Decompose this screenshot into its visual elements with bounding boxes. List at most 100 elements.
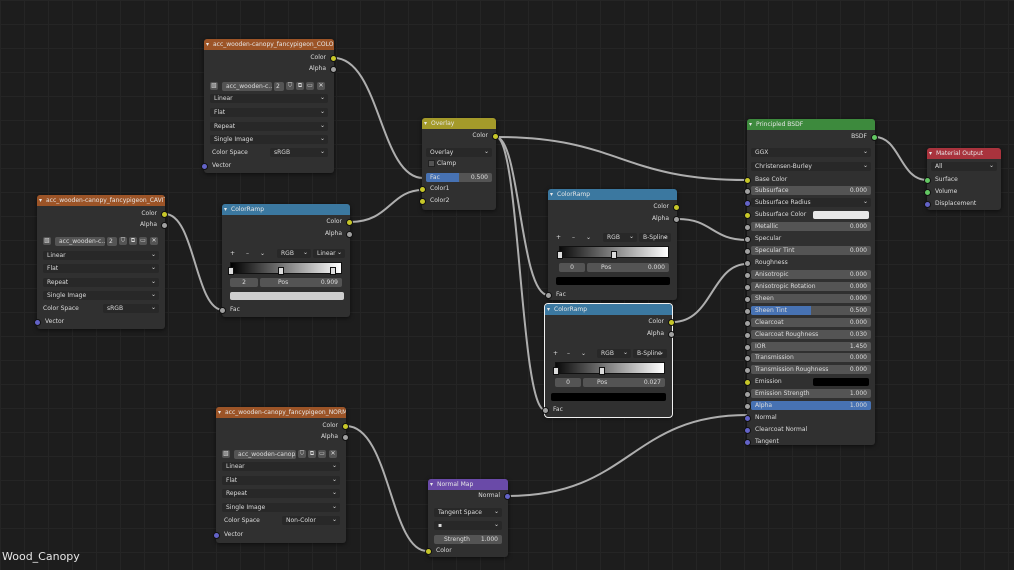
input-emission[interactable]: Emission [744, 377, 782, 387]
image-users-count[interactable]: 2 [274, 82, 284, 91]
color-ramp-node-3[interactable]: ColorRamp Color Alpha + – ⌄ RGB B-Spline… [542, 303, 675, 418]
colorspace-dropdown[interactable]: sRGB [270, 148, 328, 157]
ramp-stop-handle[interactable] [330, 267, 337, 275]
transmission-slider[interactable]: Transmission 0.000 [751, 353, 871, 363]
interpolation-dropdown[interactable]: Linear [313, 249, 345, 258]
socket-fac[interactable] [219, 307, 226, 314]
normal-map-node[interactable]: Normal Map Normal Tangent Space ▪ Streng… [425, 479, 511, 557]
socket-surface[interactable] [924, 177, 931, 184]
socket-subsurface[interactable] [744, 188, 751, 195]
color-mode-dropdown[interactable]: RGB [597, 349, 631, 358]
socket-vector[interactable] [201, 163, 208, 170]
sheen-tint-slider[interactable]: Sheen Tint 0.500 [751, 305, 871, 315]
output-alpha[interactable]: Alpha [325, 229, 353, 239]
specular-tint-slider[interactable]: Specular Tint 0.000 [751, 245, 871, 255]
ior-slider[interactable]: IOR 1.450 [751, 341, 871, 351]
blend-mode-dropdown[interactable]: Overlay [426, 148, 492, 157]
input-vector[interactable]: Vector [201, 161, 231, 171]
emission-strength-slider[interactable]: Emission Strength 1.000 [751, 389, 871, 399]
open-folder-icon[interactable]: ▭ [318, 450, 326, 458]
output-color[interactable]: Color [653, 202, 680, 212]
output-alpha[interactable]: Alpha [140, 220, 168, 230]
colorspace-dropdown[interactable]: Non-Color [282, 516, 340, 525]
fake-user-shield-icon[interactable]: ⛉ [298, 450, 306, 458]
socket-alpha[interactable] [668, 331, 675, 338]
extension-dropdown[interactable]: Repeat [222, 489, 340, 498]
node-title[interactable]: acc_wooden-canopy_fancypigeon_NORMAL [216, 407, 346, 418]
output-color[interactable]: Color [648, 317, 675, 327]
interpolation-dropdown[interactable]: Linear [222, 462, 340, 471]
stop-color-swatch[interactable] [230, 292, 344, 300]
color-ramp-gradient[interactable] [228, 262, 342, 275]
input-specular[interactable]: Specular [744, 234, 781, 244]
fac-slider[interactable]: Fac 0.500 [426, 173, 492, 182]
node-title[interactable]: Material Output [927, 148, 1001, 159]
socket-fac[interactable] [545, 292, 552, 299]
ramp-stop-handle[interactable] [277, 267, 284, 275]
input-roughness[interactable]: Roughness [744, 258, 788, 268]
socket-color[interactable] [492, 133, 499, 140]
socket-specular-tint[interactable] [744, 247, 751, 255]
image-users-count[interactable]: 2 [107, 237, 117, 246]
color-mode-dropdown[interactable]: RGB [277, 249, 311, 258]
color-ramp-node-2[interactable]: ColorRamp Color Alpha + – ⌄ RGB B-Spline… [545, 189, 680, 300]
stop-position-field[interactable]: Pos 0.027 [583, 378, 665, 387]
interpolation-dropdown[interactable]: Linear [43, 251, 159, 260]
add-stop-icon[interactable]: + [556, 233, 561, 243]
node-title[interactable]: Principled BSDF [747, 119, 875, 130]
socket-color2[interactable] [419, 198, 426, 205]
chevron-down-icon[interactable]: ⌄ [586, 233, 591, 243]
stop-color-swatch[interactable] [556, 277, 670, 285]
ramp-stop-handle[interactable] [557, 251, 563, 259]
remove-stop-icon[interactable]: – [572, 233, 575, 243]
unlink-close-icon[interactable]: ✕ [150, 237, 158, 245]
socket-color[interactable] [425, 548, 432, 555]
node-title[interactable]: Overlay [422, 118, 496, 129]
socket-alpha[interactable] [330, 66, 337, 73]
projection-dropdown[interactable]: Flat [222, 476, 340, 485]
color-ramp-gradient[interactable] [553, 362, 665, 375]
socket-base-color[interactable] [744, 177, 751, 184]
source-dropdown[interactable]: Single Image [210, 135, 328, 144]
socket-subsurface-color[interactable] [744, 212, 751, 219]
output-color[interactable]: Color [472, 131, 499, 141]
input-fac[interactable]: Fac [545, 290, 566, 300]
output-color[interactable]: Color [310, 53, 337, 63]
socket-color[interactable] [668, 319, 675, 326]
stop-position-field[interactable]: Pos 0.909 [260, 278, 342, 287]
input-vector[interactable]: Vector [34, 317, 64, 327]
ramp-stop-handle[interactable] [228, 267, 234, 275]
socket-normal[interactable] [504, 493, 511, 500]
remove-stop-icon[interactable]: – [246, 249, 249, 259]
interpolation-dropdown[interactable]: Linear [210, 94, 328, 103]
interpolation-dropdown[interactable]: B-Spline [639, 233, 671, 242]
socket-color[interactable] [346, 219, 353, 226]
socket-fac[interactable] [542, 407, 549, 414]
anisotropic-rotation-slider[interactable]: Anisotropic Rotation 0.000 [751, 281, 871, 291]
socket-vector[interactable] [34, 319, 41, 326]
socket-anisotropic[interactable] [744, 271, 751, 279]
sheen-slider[interactable]: Sheen 0.000 [751, 293, 871, 303]
subsurface-color-swatch[interactable] [813, 211, 869, 219]
input-fac[interactable]: Fac [542, 405, 563, 415]
node-title[interactable]: acc_wooden-canopy_fancypigeon_CAVITY [37, 195, 165, 206]
duplicate-icon[interactable]: ⧉ [308, 450, 316, 458]
node-title[interactable]: Normal Map [428, 479, 508, 490]
input-subsurface-color[interactable]: Subsurface Color [744, 210, 806, 220]
image-browse-icon[interactable]: ▧ [210, 82, 218, 90]
input-color[interactable]: Color [425, 546, 452, 556]
socket-alpha[interactable] [346, 231, 353, 238]
color-ramp-gradient[interactable] [557, 246, 669, 259]
subsurface-radius-dropdown[interactable]: Subsurface Radius [751, 198, 871, 207]
projection-dropdown[interactable]: Flat [210, 108, 328, 117]
input-vector[interactable]: Vector [213, 530, 243, 540]
extension-dropdown[interactable]: Repeat [210, 122, 328, 131]
output-alpha[interactable]: Alpha [652, 214, 680, 224]
add-stop-icon[interactable]: + [553, 349, 558, 359]
socket-clearcoat[interactable] [744, 319, 751, 327]
image-browse-icon[interactable]: ▧ [43, 237, 51, 245]
emission-swatch[interactable] [813, 378, 869, 387]
stop-color-swatch[interactable] [551, 393, 666, 401]
target-dropdown[interactable]: All [931, 162, 997, 171]
output-bsdf[interactable]: BSDF [851, 132, 878, 142]
